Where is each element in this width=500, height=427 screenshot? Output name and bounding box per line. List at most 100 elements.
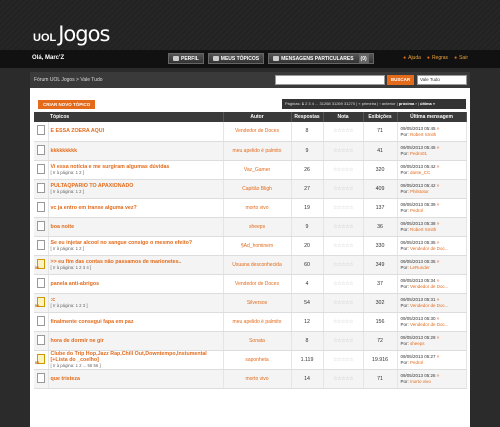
topic-author[interactable]: Uxuana desconhecida: [223, 255, 292, 275]
last-message-cell: 09/05/2013 05:28» Por: sheeps: [397, 331, 467, 351]
last-author[interactable]: LeRunder: [410, 265, 430, 270]
topic-author[interactable]: Vaz_Gamer: [223, 160, 292, 180]
topic-pages[interactable]: [ Ir à página: 1 2 3 4 ]: [51, 265, 223, 271]
topic-cell: que tristeza: [48, 369, 224, 389]
rules-link[interactable]: ● Regras: [427, 55, 448, 61]
last-author[interactable]: Pedrol: [410, 360, 423, 365]
private-messages-button[interactable]: MENSAGENS PARTICULARES (0): [268, 53, 374, 64]
topic-replies: 12: [291, 312, 324, 332]
topic-icon: [36, 277, 45, 288]
topic-author[interactable]: morto vivo: [223, 198, 292, 218]
topic-pages[interactable]: [ Ir à página: 1 2 ... 55 56 ]: [51, 363, 223, 369]
last-author[interactable]: Robert Smith: [410, 227, 436, 232]
go-last-icon[interactable]: »: [436, 373, 440, 379]
topic-author[interactable]: Silversos: [223, 293, 292, 313]
rating-stars-icon: ☆☆☆☆☆: [323, 369, 364, 389]
help-label: Ajuda: [408, 55, 421, 61]
last-author[interactable]: Robert Smith: [410, 132, 436, 137]
last-date: 09/05/2013 05:30: [400, 316, 436, 321]
last-author[interactable]: Vendedor de Doc...: [410, 246, 449, 251]
topic-author[interactable]: sheeps: [223, 217, 292, 237]
go-last-icon[interactable]: »: [436, 335, 440, 341]
rating-stars-icon: ☆☆☆☆☆: [323, 179, 364, 199]
topic-replies: 20: [291, 236, 324, 256]
topic-author[interactable]: §Ad_hominem: [223, 236, 292, 256]
person-icon: [173, 56, 179, 61]
help-link[interactable]: ● Ajuda: [403, 55, 421, 61]
go-last-icon[interactable]: »: [436, 145, 440, 151]
topic-author[interactable]: Sonata: [223, 331, 292, 351]
table-row: hora de dormir ne gir Sonata 8 ☆☆☆☆☆ 72 09/05…: [34, 331, 467, 351]
topic-pages[interactable]: [ Ir à página: 1 2 ]: [51, 189, 223, 195]
topic-title-link[interactable]: finalmente consegui fapa em paz: [51, 319, 223, 325]
topic-replies: 9: [291, 141, 324, 161]
last-date: 09/05/2013 05:28: [400, 335, 436, 340]
last-author[interactable]: sheeps: [410, 341, 425, 346]
last-author[interactable]: Vendedor de Doc...: [410, 284, 449, 289]
go-last-icon[interactable]: »: [436, 183, 440, 189]
pager-first[interactable]: « primeira: [358, 101, 376, 106]
topic-author[interactable]: morto vivo: [223, 369, 292, 389]
topic-title-link[interactable]: vc ja entro em transe alguma vez?: [51, 205, 223, 211]
pager-label: Páginas:: [285, 101, 301, 106]
topic-author[interactable]: Vendedor de Doces: [223, 274, 292, 294]
last-message-cell: 09/05/2013 05:45» Por: Robert Smith: [397, 122, 467, 142]
pager-pages[interactable]: 2 3 4 ... 31268 31269 31270: [305, 101, 355, 106]
table-row: panela anti-abrigos Vendedor de Doces 4 ☆☆☆…: [34, 274, 467, 294]
topic-title-link[interactable]: Clube do Trip Hop,Jazz Rap,Chill Out,Dow…: [51, 351, 223, 363]
last-message-cell: 09/05/2013 05:35» Por: LeRunder: [397, 255, 467, 275]
topic-title-link[interactable]: boa noite: [51, 224, 223, 230]
last-author[interactable]: Pedrol: [410, 208, 423, 213]
pager-next[interactable]: próxima ›: [399, 101, 417, 106]
topic-title-link[interactable]: E ESSA ZOERA AQUI: [51, 128, 223, 134]
go-last-icon[interactable]: »: [436, 354, 440, 360]
topic-author[interactable]: meu apelido é palmito: [223, 141, 292, 161]
search-button[interactable]: BUSCAR: [387, 75, 414, 85]
topic-title-link[interactable]: que tristeza: [51, 376, 223, 382]
topic-pages[interactable]: [ Ir à página: 1 2 ]: [51, 246, 223, 252]
uol-jogos-logo[interactable]: UOL Jogos: [33, 22, 110, 46]
last-author[interactable]: Philstotor: [410, 189, 429, 194]
topic-pages[interactable]: [ Ir à página: 1 2 3 ]: [51, 303, 223, 309]
go-last-icon[interactable]: »: [436, 259, 440, 265]
topic-views: 36: [363, 217, 398, 237]
rating-stars-icon: ☆☆☆☆☆: [323, 350, 364, 370]
col-author: Autor: [223, 112, 292, 122]
pager-prev[interactable]: ‹ anterior: [379, 101, 395, 106]
profile-button[interactable]: PERFIL: [168, 53, 204, 64]
pager-last[interactable]: última »: [420, 101, 435, 106]
my-topics-button[interactable]: MEUS TÓPICOS: [207, 53, 265, 64]
logout-icon: ●: [454, 55, 458, 61]
help-links: ● Ajuda ● Regras ● Sair: [403, 55, 468, 61]
last-author[interactable]: Vendedor de Doc...: [410, 303, 449, 308]
topic-cell: finalmente consegui fapa em paz: [48, 312, 224, 332]
topic-title-link[interactable]: kkkkkkkkk: [51, 148, 223, 154]
topic-title-link[interactable]: hora de dormir ne gir: [51, 338, 223, 344]
last-author[interactable]: morto vivo: [410, 379, 431, 384]
topic-author[interactable]: saponheta: [223, 350, 292, 370]
topic-pages[interactable]: [ Ir à página: 1 2 ]: [51, 170, 223, 176]
topic-views: 71: [363, 122, 398, 142]
breadcrumb-bar: Fórum UOL Jogos > Vale Tudo BUSCAR Vale …: [30, 72, 470, 88]
table-row: que tristeza morto vivo 14 ☆☆☆☆☆ 71 09/05/201…: [34, 369, 467, 389]
topic-title-link[interactable]: panela anti-abrigos: [51, 281, 223, 287]
topic-cell: PULTAQPARIO TO APAXIONADO[ Ir à página: …: [48, 179, 224, 199]
last-author[interactable]: Vendedor de Doc...: [410, 322, 449, 327]
last-date: 09/05/2013 05:26: [400, 373, 436, 378]
go-last-icon[interactable]: »: [436, 164, 440, 170]
breadcrumb[interactable]: Fórum UOL Jogos > Vale Tudo: [34, 77, 103, 83]
go-last-icon[interactable]: »: [436, 202, 440, 208]
last-author[interactable]: Pedro01: [410, 151, 427, 156]
search-input[interactable]: [275, 75, 385, 85]
table-header: Tópicos Autor Respostas Nota Exibições Ú…: [34, 112, 467, 122]
table-row: PULTAQPARIO TO APAXIONADO[ Ir à página: …: [34, 179, 467, 199]
search-scope-select[interactable]: Vale Tudo: [417, 75, 467, 85]
topic-author[interactable]: Vendedor de Doces: [223, 122, 292, 142]
logout-link[interactable]: ● Sair: [454, 55, 468, 61]
topic-author[interactable]: Capitão Bligh: [223, 179, 292, 199]
last-message-cell: 09/05/2013 05:42» Por: dante_CC: [397, 160, 467, 180]
new-topic-button[interactable]: CRIAR NOVO TÓPICO: [38, 100, 96, 109]
last-message-cell: 09/05/2013 05:45» Por: Pedro01: [397, 141, 467, 161]
topic-author[interactable]: meu apelido é palmito: [223, 312, 292, 332]
last-author[interactable]: dante_CC: [410, 170, 430, 175]
